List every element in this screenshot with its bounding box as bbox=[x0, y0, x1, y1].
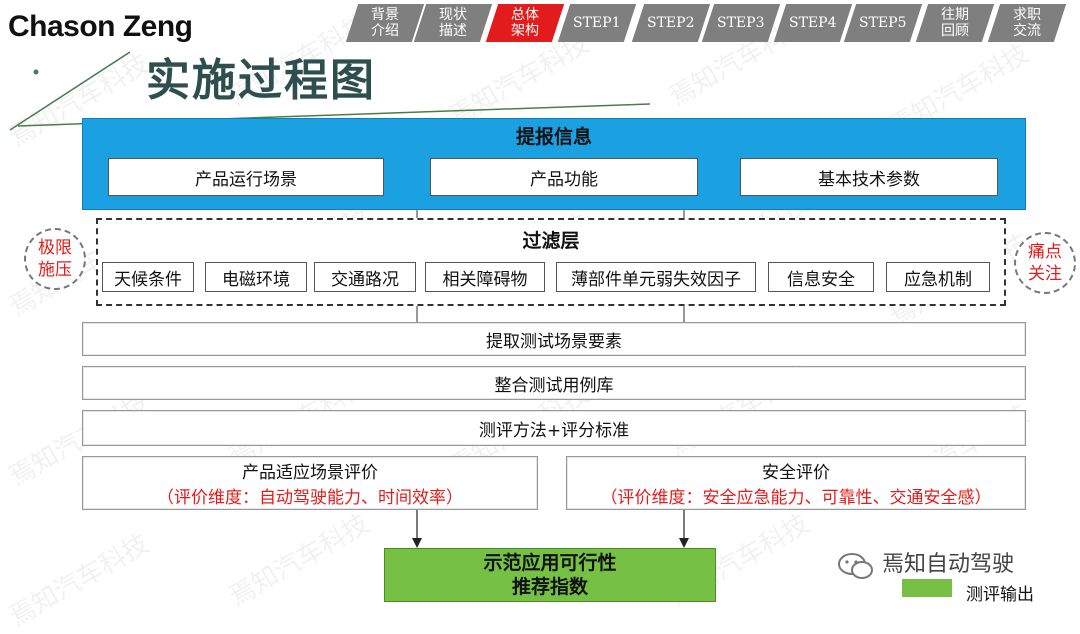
step-test-case-library: 整合测试用例库 bbox=[82, 366, 1026, 400]
footer-account-name: 焉知自动驾驶 bbox=[882, 552, 1015, 577]
filter-item-emergency: 应急机制 bbox=[886, 262, 990, 292]
evaluation-product-fit-note: （评价维度：自动驾驶能力、时间效率） bbox=[157, 488, 463, 508]
filter-item-electromagnetic: 电磁环境 bbox=[205, 262, 307, 292]
filter-item-traffic: 交通路况 bbox=[314, 262, 416, 292]
legend-swatch bbox=[902, 579, 952, 597]
output-recommendation-index: 示范应用可行性 推荐指数 bbox=[384, 548, 716, 602]
filter-title: 过滤层 bbox=[522, 230, 580, 252]
side-label-extreme-pressure: 极限 施压 bbox=[24, 228, 86, 290]
evaluation-product-fit-title: 产品适应场景评价 bbox=[242, 463, 378, 483]
step-extract-elements: 提取测试场景要素 bbox=[82, 322, 1026, 356]
filter-item-infosec: 信息安全 bbox=[768, 262, 874, 292]
evaluation-product-fit: 产品适应场景评价 （评价维度：自动驾驶能力、时间效率） bbox=[82, 456, 538, 510]
evaluation-safety: 安全评价 （评价维度：安全应急能力、可靠性、交通安全感） bbox=[566, 456, 1026, 510]
side-label-pain-points: 痛点 关注 bbox=[1014, 232, 1076, 294]
evaluation-safety-title: 安全评价 bbox=[762, 463, 830, 483]
step-scoring-method: 测评方法+评分标准 bbox=[82, 410, 1026, 446]
wechat-icon bbox=[838, 553, 873, 579]
filter-item-obstacles: 相关障碍物 bbox=[425, 262, 545, 292]
legend-label: 测评输出 bbox=[966, 585, 1034, 605]
filter-item-weather: 天候条件 bbox=[102, 262, 194, 292]
filter-item-weak-factor: 薄部件单元弱失效因子 bbox=[556, 262, 756, 292]
evaluation-safety-note: （评价维度：安全应急能力、可靠性、交通安全感） bbox=[600, 488, 992, 508]
